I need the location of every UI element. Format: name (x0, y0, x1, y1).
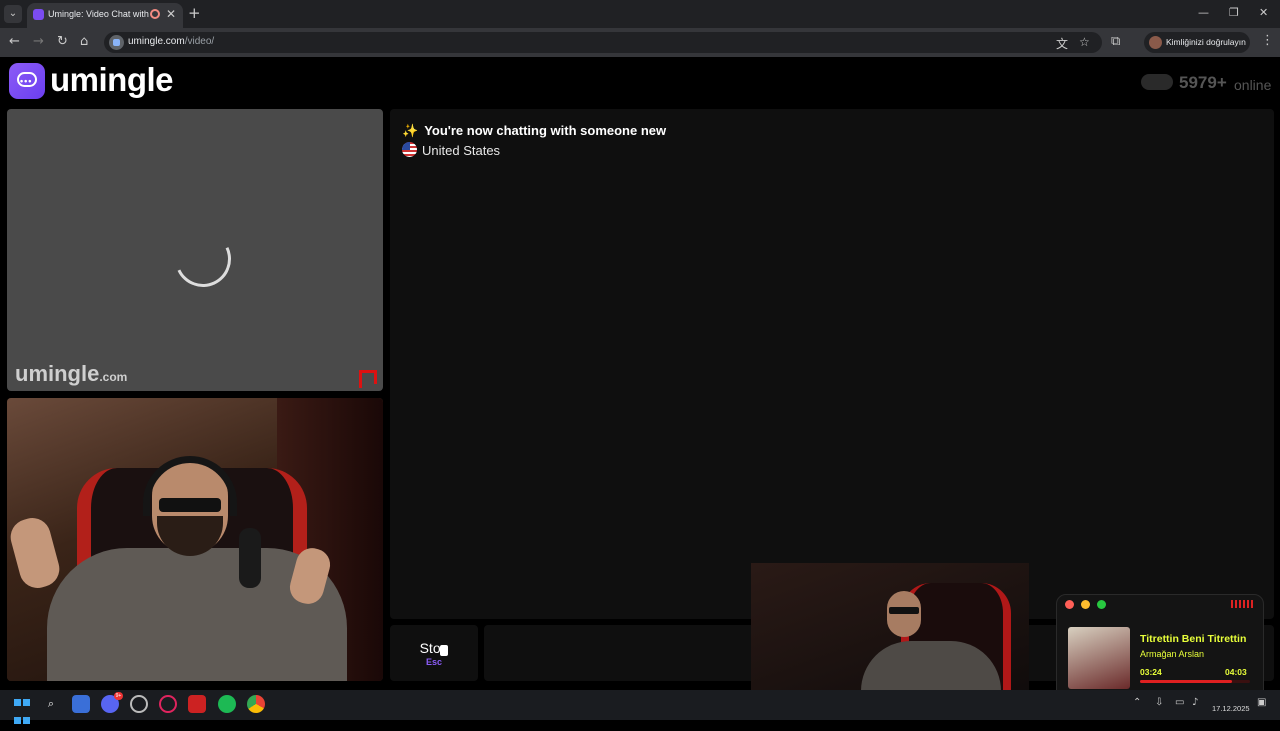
umingle-logo-icon[interactable]: ••• (9, 63, 45, 99)
video-watermark: umingle.com (15, 361, 128, 386)
close-dot-icon (1065, 600, 1074, 609)
chat-panel: ✨ You're now chatting with someone new Un… (390, 109, 1274, 619)
sparkle-icon: ✨ (402, 124, 419, 139)
browser-tab-strip: ⌄ Umingle: Video Chat with S ✕ + — ❐ ✕ (0, 0, 1280, 28)
forward-arrow-icon[interactable]: → (33, 34, 44, 49)
bookmark-star-icon[interactable]: ☆ (1079, 35, 1090, 49)
stop-shortcut: Esc (425, 657, 442, 667)
track-artist: Armağan Arslan (1140, 649, 1205, 659)
self-camera-video (7, 398, 383, 681)
spotify-icon[interactable] (218, 695, 236, 713)
umingle-favicon-icon (33, 9, 44, 20)
site-logo-text[interactable]: umingle (50, 61, 174, 99)
theme-toggle[interactable] (1141, 74, 1173, 90)
browser-toolbar: ← → ↻ ⌂ umingle.com/video/ 文 ☆ ⧉ Kimliği… (0, 28, 1280, 57)
album-cover (1068, 627, 1130, 689)
tray-download-icon[interactable]: ⇩ (1155, 697, 1163, 708)
microphone (239, 528, 261, 588)
stop-button[interactable]: Stop Esc (390, 625, 478, 681)
url-text: umingle.com/video/ (128, 36, 215, 47)
profile-button[interactable]: Kimliğinizi doğrulayın (1144, 32, 1250, 53)
track-progress-bar (1140, 680, 1250, 683)
discord-badge: 9+ (114, 692, 123, 700)
recording-indicator-icon (150, 9, 160, 19)
tab-search-button[interactable]: ⌄ (4, 5, 22, 23)
restore-button[interactable]: ❐ (1229, 6, 1239, 19)
search-icon[interactable]: ⌕ (42, 695, 60, 713)
back-arrow-icon[interactable]: ← (9, 34, 20, 49)
minimize-dot-icon (1081, 600, 1090, 609)
online-count: 5979+ (1179, 73, 1227, 92)
tray-chevron-icon[interactable]: ⌃ (1133, 697, 1141, 708)
logo-dots: ••• (20, 76, 33, 86)
tab-close-button[interactable]: ✕ (166, 7, 176, 21)
track-elapsed: 03:24 (1140, 667, 1162, 677)
network-icon[interactable]: ▭ (1175, 697, 1184, 708)
report-flag-icon[interactable] (359, 370, 377, 388)
app-launcher-icon[interactable] (72, 695, 90, 713)
chat-status-message: ✨ You're now chatting with someone new (402, 123, 667, 139)
maximize-dot-icon (1097, 600, 1106, 609)
track-title: Titrettin Beni Titrettin (1140, 633, 1247, 645)
stop-label: Stop (419, 640, 449, 656)
home-icon[interactable]: ⌂ (80, 34, 88, 49)
us-flag-icon (402, 142, 417, 157)
browser-menu-icon[interactable]: ⋮ (1261, 33, 1274, 48)
address-bar[interactable]: umingle.com/video/ 文 ☆ (104, 32, 1102, 53)
extensions-icon[interactable]: ⧉ (1111, 34, 1120, 49)
reload-icon[interactable]: ↻ (57, 34, 68, 49)
site-info-icon[interactable] (109, 35, 124, 50)
chrome-icon[interactable] (247, 695, 265, 713)
streamer-app-icon[interactable] (188, 695, 206, 713)
track-duration: 04:03 (1225, 667, 1247, 677)
tab-title: Umingle: Video Chat with S (48, 9, 151, 19)
minimize-button[interactable]: — (1198, 6, 1209, 19)
clock-date[interactable]: 17.12.2025 (1212, 704, 1250, 713)
online-label: online (1234, 77, 1272, 93)
browser-tab-umingle[interactable]: Umingle: Video Chat with S ✕ (27, 3, 183, 28)
volume-icon[interactable]: ♪ (1192, 697, 1198, 708)
start-button-windows-icon[interactable] (13, 695, 31, 724)
opera-icon[interactable] (159, 695, 177, 713)
equalizer-icon (1231, 600, 1253, 608)
profile-label: Kimliğinizi doğrulayın (1166, 37, 1246, 47)
notifications-icon[interactable]: ▣ (1257, 697, 1266, 708)
loading-spinner-icon (167, 223, 239, 295)
now-playing-widget: Titrettin Beni Titrettin Armağan Arslan … (1056, 594, 1264, 700)
steam-icon[interactable] (130, 695, 148, 713)
overlay-person-head (887, 591, 921, 637)
overlay-sunglasses (889, 607, 919, 614)
close-window-button[interactable]: ✕ (1259, 6, 1268, 19)
translate-icon[interactable]: 文 (1056, 35, 1068, 52)
new-tab-button[interactable]: + (188, 4, 201, 22)
stranger-video: umingle.com (7, 109, 383, 391)
avatar (1149, 36, 1162, 49)
windows-taskbar: ⌕ 9+ ⌃ ⇩ ▭ ♪ 17.12.2025 ▣ (0, 690, 1280, 724)
stranger-country: United States (402, 142, 500, 158)
track-progress-fill (1140, 680, 1233, 683)
mouse-cursor (440, 645, 448, 656)
